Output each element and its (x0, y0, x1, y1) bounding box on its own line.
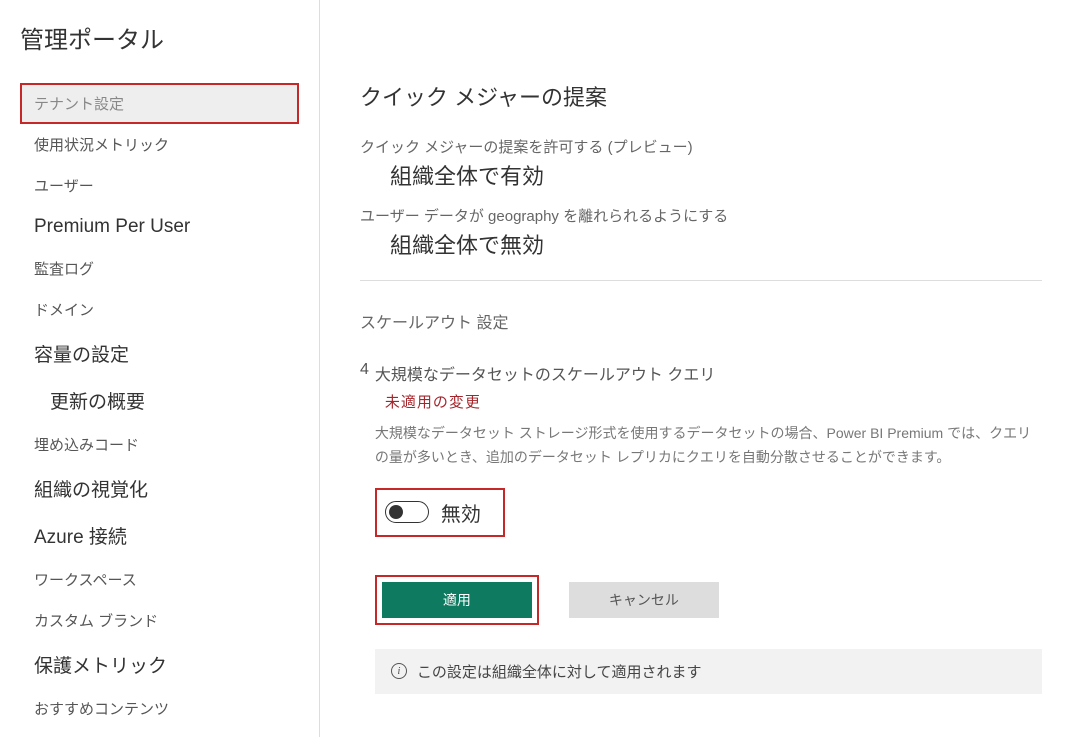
apply-button[interactable]: 適用 (382, 582, 532, 618)
setting-geography-data[interactable]: ユーザー データが geography を離れられるようにする 組織全体で無効 (360, 205, 1042, 260)
setting-label: ユーザー データが geography を離れられるようにする (360, 205, 1042, 226)
info-icon: i (391, 663, 407, 679)
toggle-row: 無効 (375, 488, 505, 537)
apply-highlight: 適用 (375, 575, 539, 625)
scaleout-content: 大規模なデータセットのスケールアウト クエリ 未適用の変更 大規模なデータセット… (375, 361, 1042, 694)
info-bar: i この設定は組織全体に対して適用されます (375, 649, 1042, 694)
nav-list: テナント設定 使用状況メトリック ユーザー Premium Per User 監… (20, 83, 299, 729)
toggle-label: 無効 (441, 498, 481, 527)
scaleout-setting: 4 大規模なデータセットのスケールアウト クエリ 未適用の変更 大規模なデータセ… (360, 361, 1042, 694)
cancel-button[interactable]: キャンセル (569, 582, 719, 618)
nav-item-workspaces[interactable]: ワークスペース (20, 559, 299, 600)
nav-item-embed-codes[interactable]: 埋め込みコード (20, 424, 299, 465)
nav-item-tenant-settings[interactable]: テナント設定 (20, 83, 299, 124)
button-row: 適用 キャンセル (375, 575, 1042, 625)
nav-item-domain[interactable]: ドメイン (20, 289, 299, 330)
scaleout-description: 大規模なデータセット ストレージ形式を使用するデータセットの場合、Power B… (375, 422, 1042, 470)
nav-item-users[interactable]: ユーザー (20, 165, 299, 206)
setting-label: クイック メジャーの提案を許可する (プレビュー) (360, 136, 1042, 157)
setting-value: 組織全体で無効 (390, 228, 1042, 260)
nav-item-audit-log[interactable]: 監査ログ (20, 248, 299, 289)
section-title: クイック メジャーの提案 (360, 80, 1042, 112)
page-title: 管理ポータル (20, 20, 299, 55)
sidebar: 管理ポータル テナント設定 使用状況メトリック ユーザー Premium Per… (0, 0, 320, 737)
setting-value: 組織全体で有効 (390, 159, 1042, 191)
toggle-knob (389, 505, 403, 519)
toggle-switch[interactable] (385, 501, 429, 523)
setting-allow-quick-measure[interactable]: クイック メジャーの提案を許可する (プレビュー) 組織全体で有効 (360, 136, 1042, 191)
nav-item-featured-content[interactable]: おすすめコンテンツ (20, 688, 299, 729)
nav-item-custom-brand[interactable]: カスタム ブランド (20, 600, 299, 641)
nav-item-protection-metrics[interactable]: 保護メトリック (20, 641, 299, 688)
nav-item-capacity-settings[interactable]: 容量の設定 (20, 330, 299, 377)
divider (360, 280, 1042, 281)
nav-item-refresh-summary[interactable]: 更新の概要 (20, 377, 299, 424)
nav-item-usage-metrics[interactable]: 使用状況メトリック (20, 124, 299, 165)
main-content: クイック メジャーの提案 クイック メジャーの提案を許可する (プレビュー) 組… (320, 0, 1082, 737)
nav-item-premium-per-user[interactable]: Premium Per User (20, 206, 299, 248)
scaleout-heading[interactable]: 大規模なデータセットのスケールアウト クエリ (375, 361, 1042, 385)
nav-item-org-visuals[interactable]: 組織の視覚化 (20, 465, 299, 512)
scaleout-index: 4 (360, 361, 369, 694)
scaleout-warning: 未適用の変更 (385, 391, 1042, 412)
nav-item-azure-connections[interactable]: Azure 接続 (20, 512, 299, 559)
subsection-title: スケールアウト 設定 (360, 309, 1042, 333)
info-text: この設定は組織全体に対して適用されます (417, 661, 702, 682)
